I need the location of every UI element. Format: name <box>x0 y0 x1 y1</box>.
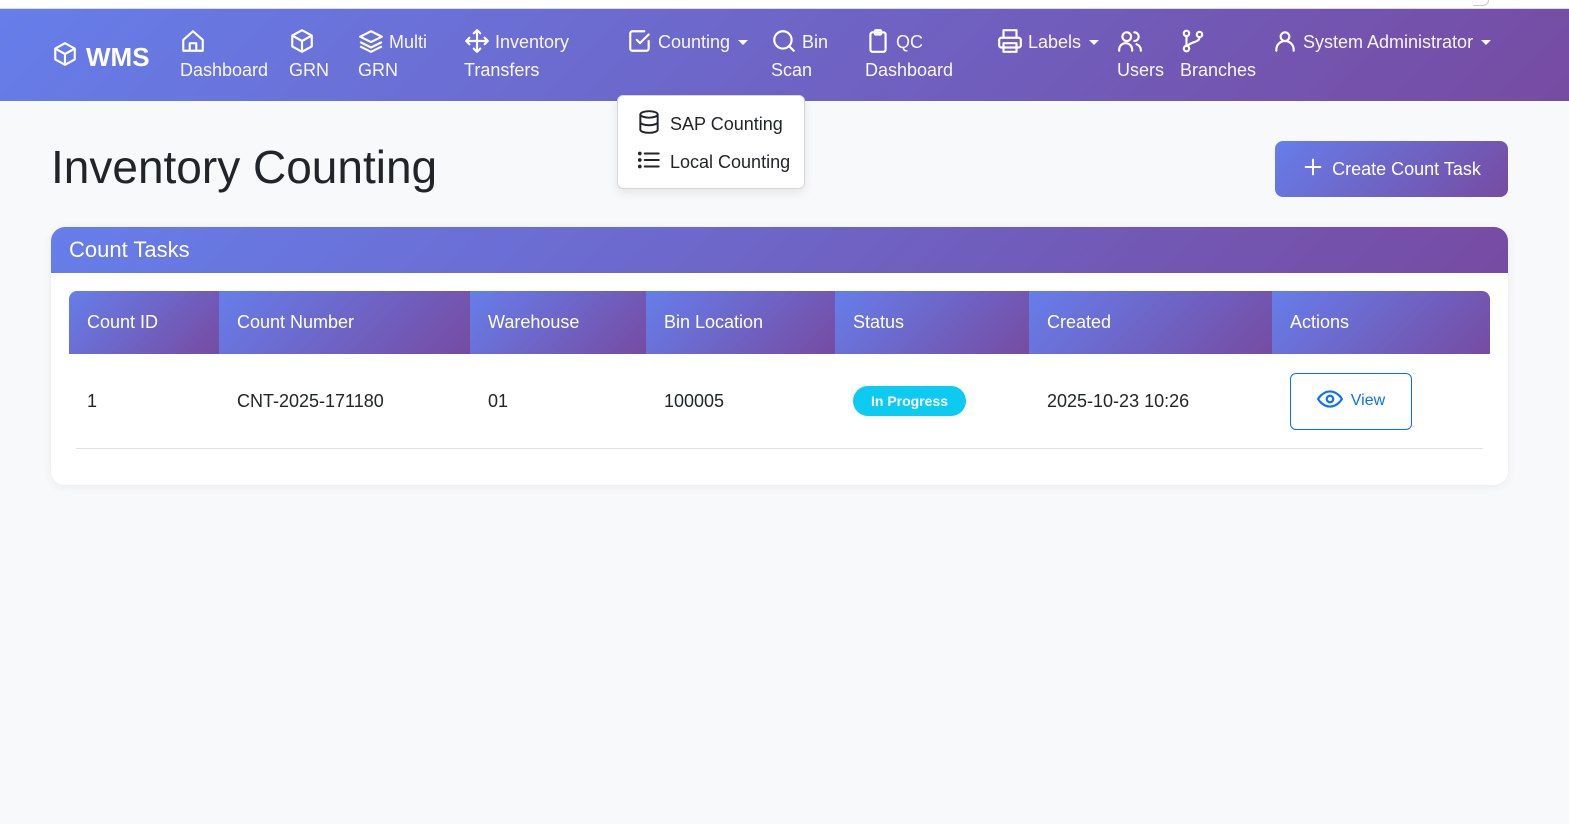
nav-branches[interactable]: Branches <box>1180 28 1256 84</box>
nav-labels-label: Labels <box>1028 32 1082 52</box>
nav-grn-label: GRN <box>289 60 329 80</box>
box-icon <box>289 28 329 56</box>
view-button-label: View <box>1350 392 1386 409</box>
nav-qc-dashboard-line1: QC <box>896 32 924 52</box>
nav-qc-dashboard-line2: Dashboard <box>865 60 954 80</box>
users-icon <box>1117 28 1164 56</box>
nav-qc-dashboard[interactable]: QC Dashboard <box>865 28 953 84</box>
nav-dashboard-label: Dashboard <box>180 60 269 80</box>
nav-user-menu[interactable]: System Administrator <box>1272 28 1492 56</box>
layers-icon <box>358 30 384 53</box>
create-count-task-label: Create Count Task <box>1332 158 1481 179</box>
card-header: Count Tasks <box>51 227 1508 273</box>
database-icon <box>636 109 662 140</box>
nav-multi-grn-line1: Multi <box>389 32 428 52</box>
dropdown-item-label: Local Counting <box>670 151 791 172</box>
status-badge: In Progress <box>853 386 967 416</box>
clipboard-icon <box>865 29 891 53</box>
nav-branches-label: Branches <box>1180 60 1257 80</box>
printer-icon <box>997 29 1023 53</box>
column-header-count-number[interactable]: Count Number <box>219 291 470 354</box>
dropdown-item-local-counting[interactable]: Local Counting <box>636 148 790 176</box>
nav-users[interactable]: Users <box>1117 28 1164 84</box>
column-header-status[interactable]: Status <box>835 291 1029 354</box>
nav-users-label: Users <box>1117 60 1165 80</box>
nav-multi-grn[interactable]: Multi GRN <box>358 28 427 84</box>
cell-count-number: CNT-2025-171180 <box>237 390 384 411</box>
check-square-icon <box>627 30 653 52</box>
user-icon <box>1272 31 1298 52</box>
search-icon <box>771 30 797 52</box>
nav-bin-scan-line2: Scan <box>771 60 813 80</box>
dropdown-item-sap-counting[interactable]: SAP Counting <box>636 109 783 140</box>
nav-dashboard[interactable]: Dashboard <box>180 28 268 84</box>
eye-icon <box>1316 386 1343 417</box>
cell-created: 2025-10-23 10:26 <box>1047 390 1190 411</box>
dropdown-item-label: SAP Counting <box>670 113 783 134</box>
plus-icon <box>1302 156 1324 183</box>
nav-labels-dropdown[interactable]: Labels <box>997 28 1100 56</box>
cell-bin-location: 100005 <box>664 390 725 411</box>
column-header-warehouse[interactable]: Warehouse <box>470 291 646 354</box>
nav-grn[interactable]: GRN <box>289 28 329 84</box>
count-tasks-table: Count ID Count Number Warehouse Bin Loca… <box>69 291 1490 449</box>
create-count-task-button[interactable]: Create Count Task <box>1275 141 1508 197</box>
nav-bin-scan[interactable]: Bin Scan <box>771 28 828 84</box>
nav-inventory-transfers[interactable]: Inventory Transfers <box>464 28 569 84</box>
nav-user-name: System Administrator <box>1303 32 1474 52</box>
nav-multi-grn-line2: GRN <box>358 60 398 80</box>
move-arrows-icon <box>464 29 490 53</box>
cell-status: In Progress <box>835 386 1029 416</box>
cell-warehouse: 01 <box>488 390 509 411</box>
view-button[interactable]: View <box>1290 372 1412 430</box>
brand-logo[interactable]: WMS <box>52 39 150 75</box>
column-header-bin-location[interactable]: Bin Location <box>646 291 835 354</box>
browser-top-strip <box>0 0 1569 9</box>
count-tasks-card: Count Tasks Count ID Count Number Wareho… <box>51 227 1508 485</box>
list-icon <box>636 147 662 178</box>
chevron-down-icon <box>1089 40 1100 45</box>
home-icon <box>180 28 268 56</box>
browser-strip-edge <box>1473 0 1489 6</box>
table-header: Count ID Count Number Warehouse Bin Loca… <box>69 291 1490 354</box>
column-header-actions: Actions <box>1272 291 1490 354</box>
nav-counting-label: Counting <box>658 32 731 52</box>
cell-count-id: 1 <box>87 390 98 411</box>
brand-name: WMS <box>86 41 150 72</box>
page-title: Inventory Counting <box>51 141 438 193</box>
table-row: 1 CNT-2025-171180 01 100005 In Progress … <box>76 354 1483 449</box>
git-branch-icon <box>1180 28 1256 56</box>
cell-actions: View <box>1272 372 1483 430</box>
column-header-created[interactable]: Created <box>1029 291 1272 354</box>
nav-bin-scan-line1: Bin <box>802 32 829 52</box>
nav-counting-dropdown[interactable]: Counting <box>627 28 749 56</box>
counting-dropdown-menu: SAP Counting Local Counting <box>617 95 805 189</box>
top-navbar: WMS Dashboard GRN Multi GRN Inventory Tr… <box>0 9 1569 101</box>
nav-inventory-transfers-line2: Transfers <box>464 60 540 80</box>
card-title: Count Tasks <box>69 237 190 262</box>
chevron-down-icon <box>1481 40 1492 45</box>
box-icon <box>52 41 78 74</box>
column-header-count-id[interactable]: Count ID <box>69 291 219 354</box>
nav-inventory-transfers-line1: Inventory <box>495 32 570 52</box>
chevron-down-icon <box>738 40 749 45</box>
